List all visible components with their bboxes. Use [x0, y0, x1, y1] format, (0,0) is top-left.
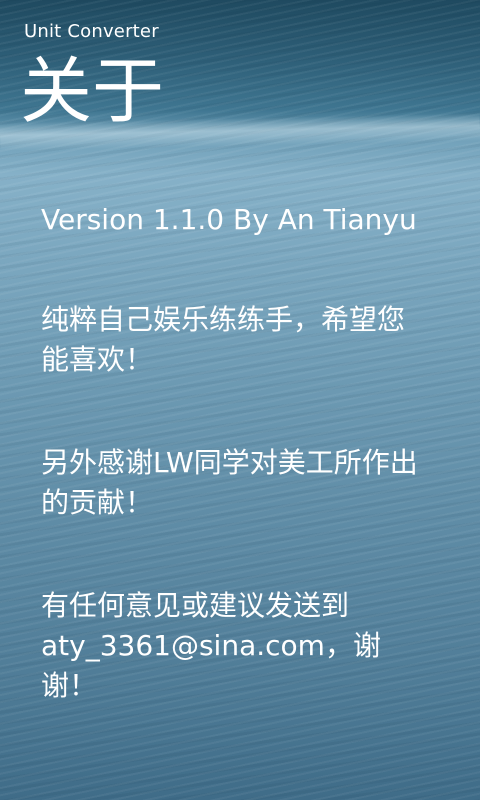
- about-paragraph-1: 纯粹自己娱乐练练手，希望您能喜欢！: [41, 303, 406, 376]
- about-paragraph-2: 另外感谢LW同学对美工所作出的贡献！: [41, 446, 418, 519]
- app-title: Unit Converter: [24, 21, 159, 42]
- about-paragraph-3: 有任何意见或建议发送到aty_3361@sina.com，谢谢！: [41, 589, 381, 702]
- about-content: Version 1.1.0 By An Tianyu 纯粹自己娱乐练练手，希望您…: [41, 200, 421, 769]
- page-title: 关于: [20, 49, 165, 133]
- version-text: Version 1.1.0 By An Tianyu: [41, 203, 417, 236]
